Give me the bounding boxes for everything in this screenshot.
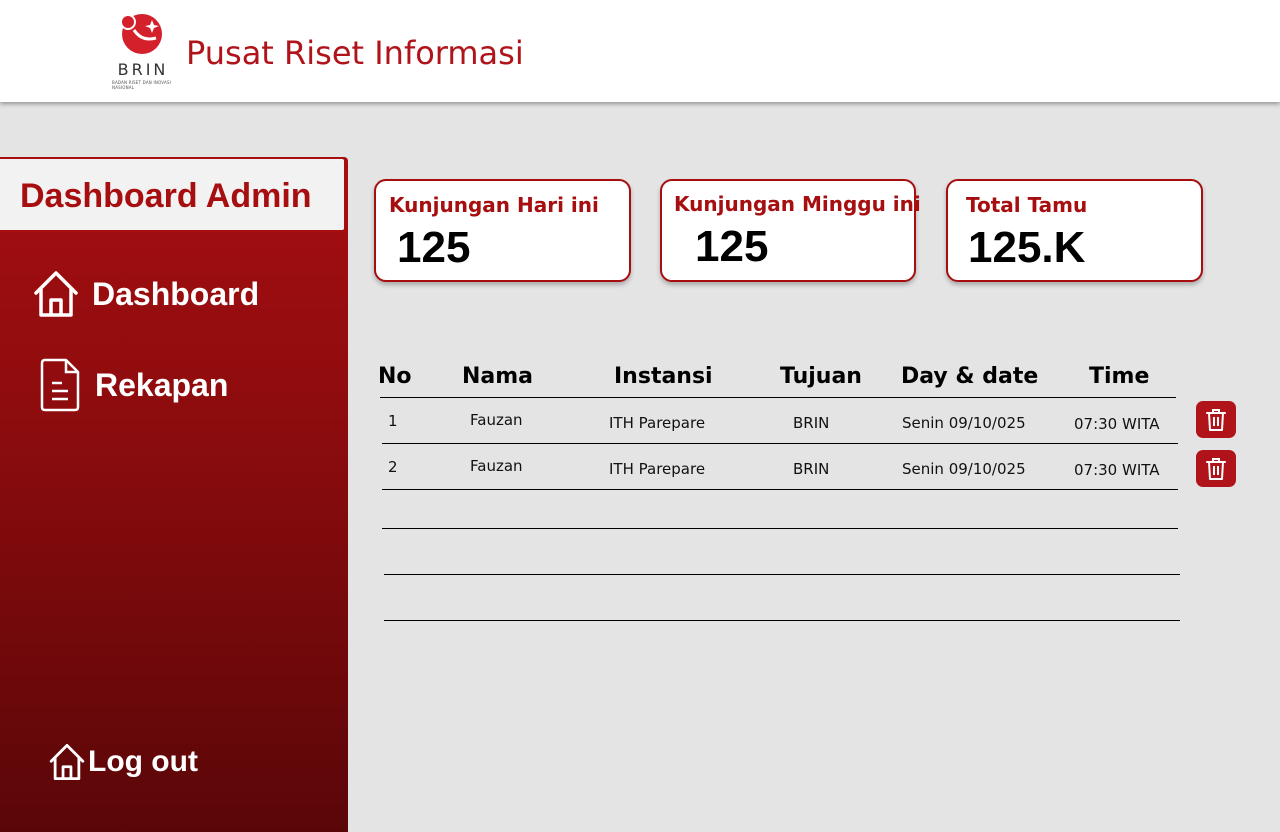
stat-label: Kunjungan Minggu ini	[674, 192, 921, 216]
table-divider	[384, 574, 1180, 575]
table-header-instansi: Instansi	[614, 364, 713, 389]
table-divider	[380, 397, 1176, 398]
logout-label: Log out	[88, 745, 198, 778]
table-header-tujuan: Tujuan	[780, 364, 862, 389]
home-icon	[34, 271, 78, 317]
delete-button[interactable]	[1196, 450, 1236, 487]
sidebar-item-label: Rekapan	[95, 366, 229, 403]
table-header-time: Time	[1089, 364, 1150, 389]
stat-card-total: Total Tamu 125.K	[946, 179, 1203, 282]
sidebar-item-label: Dashboard	[92, 275, 260, 312]
cell-no: 2	[388, 458, 398, 476]
cell-instansi: ITH Parepare	[609, 460, 706, 478]
home-icon	[49, 743, 85, 781]
cell-time: 07:30 WITA	[1074, 461, 1160, 479]
table-header-no: No	[378, 364, 412, 389]
cell-no: 1	[388, 412, 398, 430]
stat-value: 125	[397, 223, 471, 272]
cell-instansi: ITH Parepare	[609, 414, 706, 432]
logout-button[interactable]: Log out	[48, 742, 198, 782]
sidebar: Dashboard Admin Dashboard Rekapan Log ou…	[0, 157, 348, 832]
brin-logo: BRIN BADAN RISET DAN INOVASI NASIONAL	[112, 12, 174, 92]
cell-nama: Fauzan	[470, 411, 523, 429]
trash-icon	[1206, 457, 1226, 480]
sidebar-title-box: Dashboard Admin	[0, 157, 346, 232]
table-divider	[384, 620, 1180, 621]
stat-label: Kunjungan Hari ini	[389, 193, 599, 217]
sidebar-item-rekapan[interactable]: Rekapan	[38, 357, 228, 413]
sidebar-item-dashboard[interactable]: Dashboard	[32, 269, 259, 319]
logo-text: BRIN	[117, 60, 169, 79]
delete-button[interactable]	[1196, 401, 1236, 438]
app-title: Pusat Riset Informasi	[186, 34, 524, 72]
brin-logo-mark	[120, 14, 162, 54]
trash-icon	[1206, 408, 1226, 431]
table-header-nama: Nama	[462, 364, 534, 389]
sidebar-title: Dashboard Admin	[20, 177, 312, 215]
top-header: BRIN BADAN RISET DAN INOVASI NASIONAL Pu…	[0, 0, 1280, 102]
stat-label: Total Tamu	[966, 193, 1088, 217]
stat-value: 125	[695, 222, 769, 271]
cell-date: Senin 09/10/025	[902, 460, 1026, 478]
document-icon	[40, 358, 80, 412]
table-header-date: Day & date	[901, 364, 1039, 389]
table-divider	[382, 443, 1178, 444]
stat-card-week: Kunjungan Minggu ini 125	[660, 179, 921, 282]
cell-date: Senin 09/10/025	[902, 414, 1026, 432]
cell-time: 07:30 WITA	[1074, 415, 1160, 433]
table-divider	[382, 528, 1178, 529]
cell-nama: Fauzan	[470, 457, 523, 475]
stat-value: 125.K	[968, 223, 1086, 272]
table-divider	[382, 489, 1178, 490]
cell-tujuan: BRIN	[793, 414, 830, 432]
cell-tujuan: BRIN	[793, 460, 830, 478]
stat-card-today: Kunjungan Hari ini 125	[374, 179, 631, 282]
logo-subtext: BADAN RISET DAN INOVASI NASIONAL	[112, 80, 172, 90]
